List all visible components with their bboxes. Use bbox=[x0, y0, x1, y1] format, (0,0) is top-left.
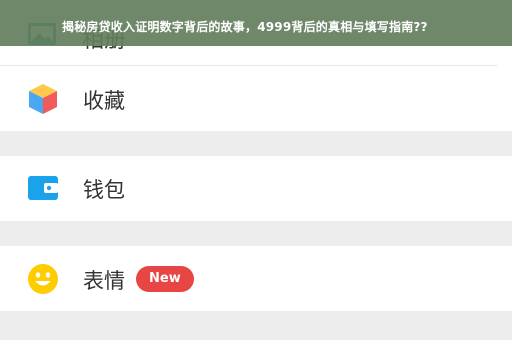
new-badge: New bbox=[136, 266, 194, 292]
section-separator bbox=[0, 311, 512, 340]
banner-text: 揭秘房贷收入证明数字背后的故事，4999背后的真相与填写指南?? bbox=[62, 20, 428, 34]
menu-item-favorites[interactable]: 收藏 bbox=[0, 66, 512, 131]
menu-item-label: 收藏 bbox=[83, 89, 125, 113]
wallet-icon bbox=[27, 175, 59, 205]
settings-page: 相册 揭秘房贷收入证明数字背后的故事，4999背后的真相与填写指南?? 收藏 钱… bbox=[0, 0, 512, 340]
menu-item-wallet[interactable]: 钱包 bbox=[0, 156, 512, 221]
section-separator bbox=[0, 221, 512, 246]
menu-item-label: 钱包 bbox=[83, 178, 125, 202]
smiley-icon bbox=[27, 263, 59, 299]
menu-item-label: 表情 bbox=[83, 269, 125, 293]
caption-banner: 揭秘房贷收入证明数字背后的故事，4999背后的真相与填写指南?? bbox=[0, 0, 512, 46]
cube-icon bbox=[27, 82, 59, 120]
section-separator bbox=[0, 131, 512, 156]
menu-item-emoji[interactable]: 表情 New bbox=[0, 246, 512, 311]
